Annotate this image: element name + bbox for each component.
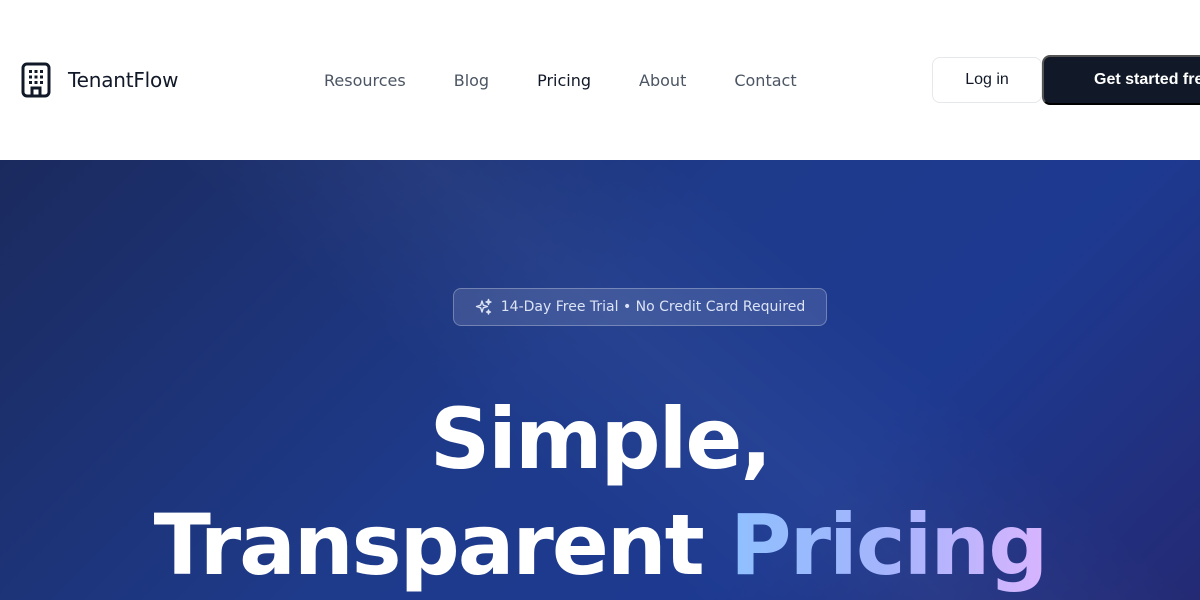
nav-link-resources[interactable]: Resources: [324, 70, 406, 92]
get-started-button[interactable]: Get started free: [1042, 55, 1200, 105]
hero-title-plain: Transparent: [153, 496, 705, 594]
login-button[interactable]: Log in: [932, 57, 1042, 103]
hero-title-line-1: Simple,: [429, 390, 773, 488]
nav-link-about[interactable]: About: [639, 70, 686, 92]
hero-title-line-2: Transparent Pricing: [0, 492, 1200, 598]
nav-link-pricing[interactable]: Pricing: [537, 70, 591, 92]
pricing-hero: 14-Day Free Trial • No Credit Card Requi…: [0, 160, 1200, 600]
nav-link-contact[interactable]: Contact: [734, 70, 796, 92]
badge-text: 14-Day Free Trial • No Credit Card Requi…: [500, 299, 806, 315]
nav-link-blog[interactable]: Blog: [454, 70, 489, 92]
free-trial-badge: 14-Day Free Trial • No Credit Card Requi…: [453, 288, 827, 326]
brand-name: TenantFlow: [68, 68, 179, 92]
hero-title-accent: Pricing: [730, 496, 1048, 594]
sparkles-icon: [475, 298, 493, 316]
building-icon: [20, 61, 52, 99]
hero-title: Simple, Transparent Pricing: [0, 386, 1200, 598]
top-navbar: TenantFlow Resources Blog Pricing About …: [0, 0, 1200, 160]
main-nav: Resources Blog Pricing About Contact: [324, 70, 845, 92]
brand-logo-link[interactable]: TenantFlow: [20, 61, 178, 99]
